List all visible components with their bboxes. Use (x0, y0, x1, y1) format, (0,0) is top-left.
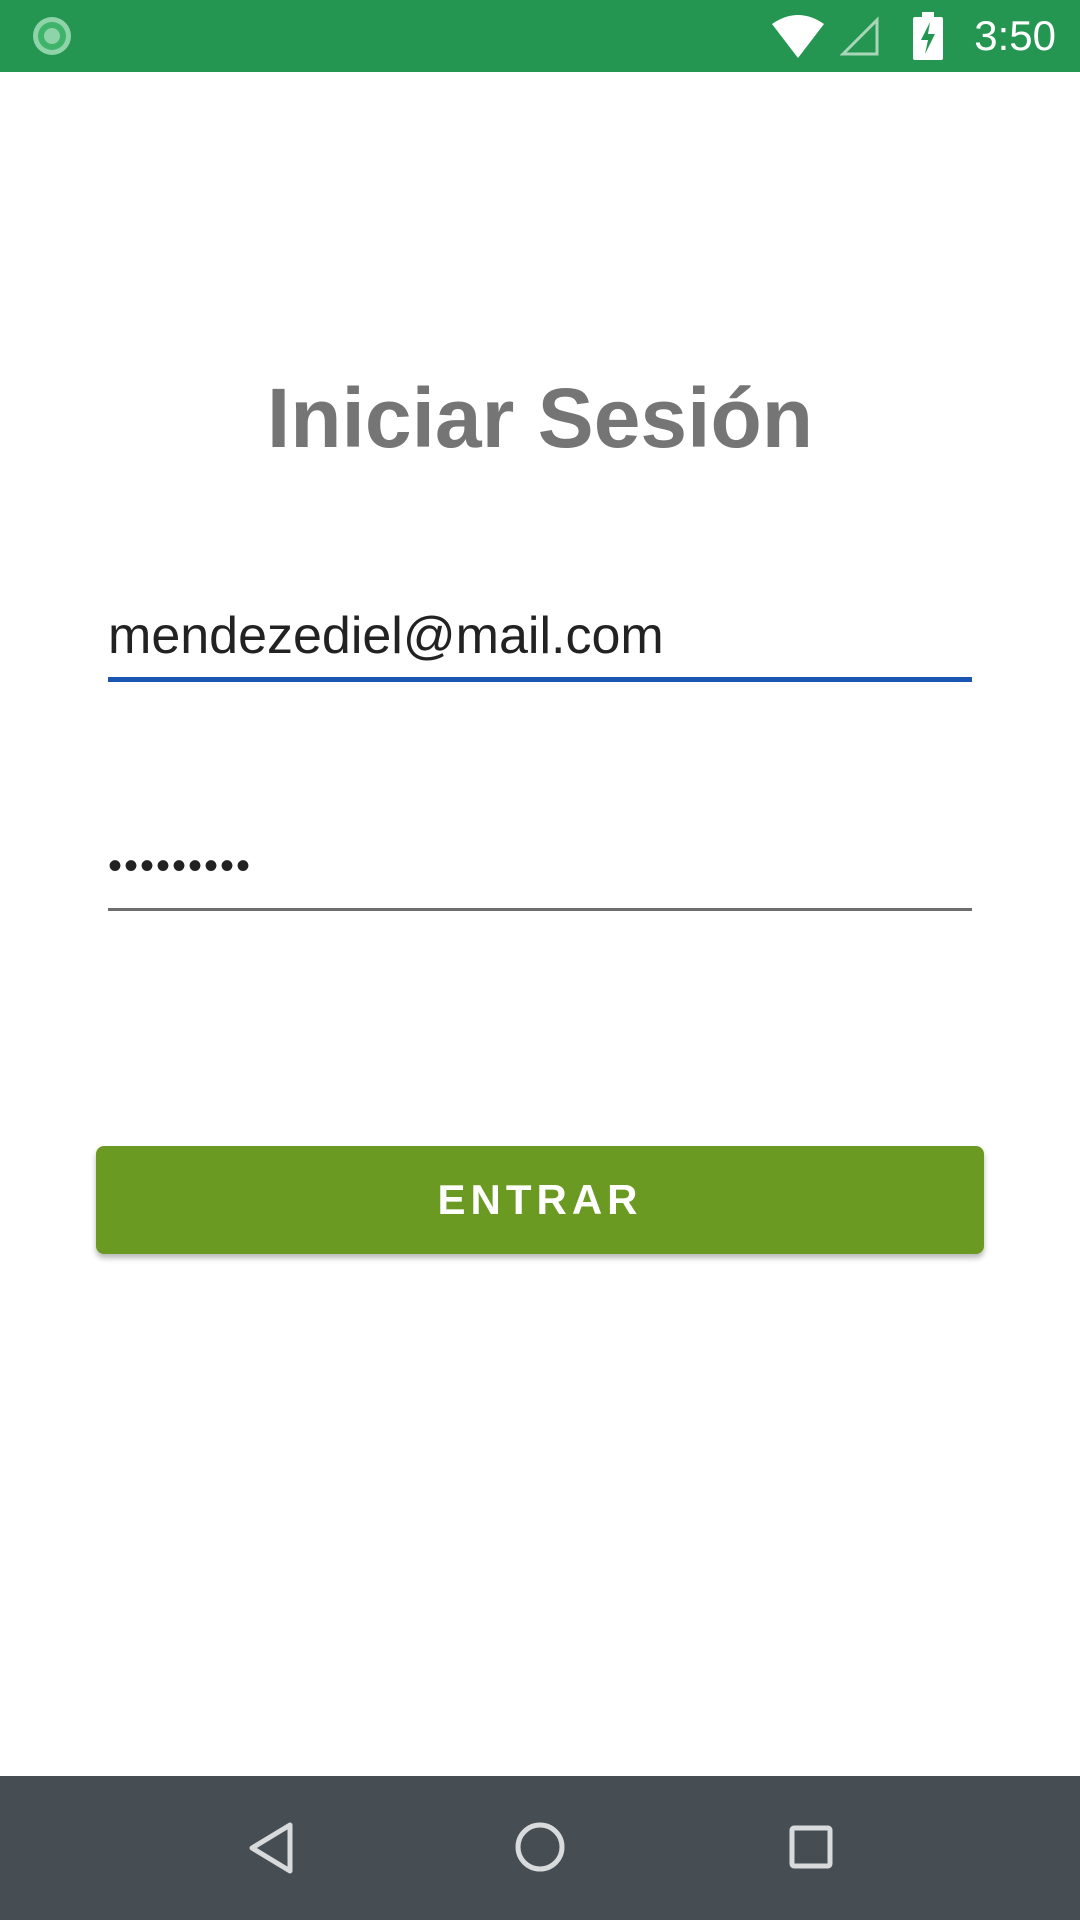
email-input-value[interactable]: mendezediel@mail.com (108, 594, 664, 678)
recents-icon[interactable] (788, 1824, 834, 1870)
password-field[interactable]: ••••••••• (108, 824, 972, 912)
submit-button[interactable]: ENTRAR (96, 1146, 984, 1254)
navigation-bar (0, 1776, 1080, 1920)
page-title: Iniciar Sesión (266, 371, 814, 465)
login-screen: 3:50 Iniciar Sesión mendezediel@mail.com… (0, 0, 1080, 1920)
battery-charging-icon (913, 12, 943, 60)
email-field-underline (108, 677, 972, 682)
cell-signal-icon (840, 16, 879, 56)
email-field[interactable]: mendezediel@mail.com (108, 594, 972, 682)
wifi-icon (772, 15, 824, 58)
home-icon[interactable] (513, 1820, 567, 1874)
back-icon[interactable] (246, 1820, 296, 1876)
password-field-underline (108, 908, 972, 911)
password-input-value[interactable]: ••••••••• (108, 824, 252, 908)
status-bar: 3:50 (0, 0, 1080, 72)
status-clock: 3:50 (974, 12, 1056, 59)
app-notification-icon (33, 17, 71, 55)
